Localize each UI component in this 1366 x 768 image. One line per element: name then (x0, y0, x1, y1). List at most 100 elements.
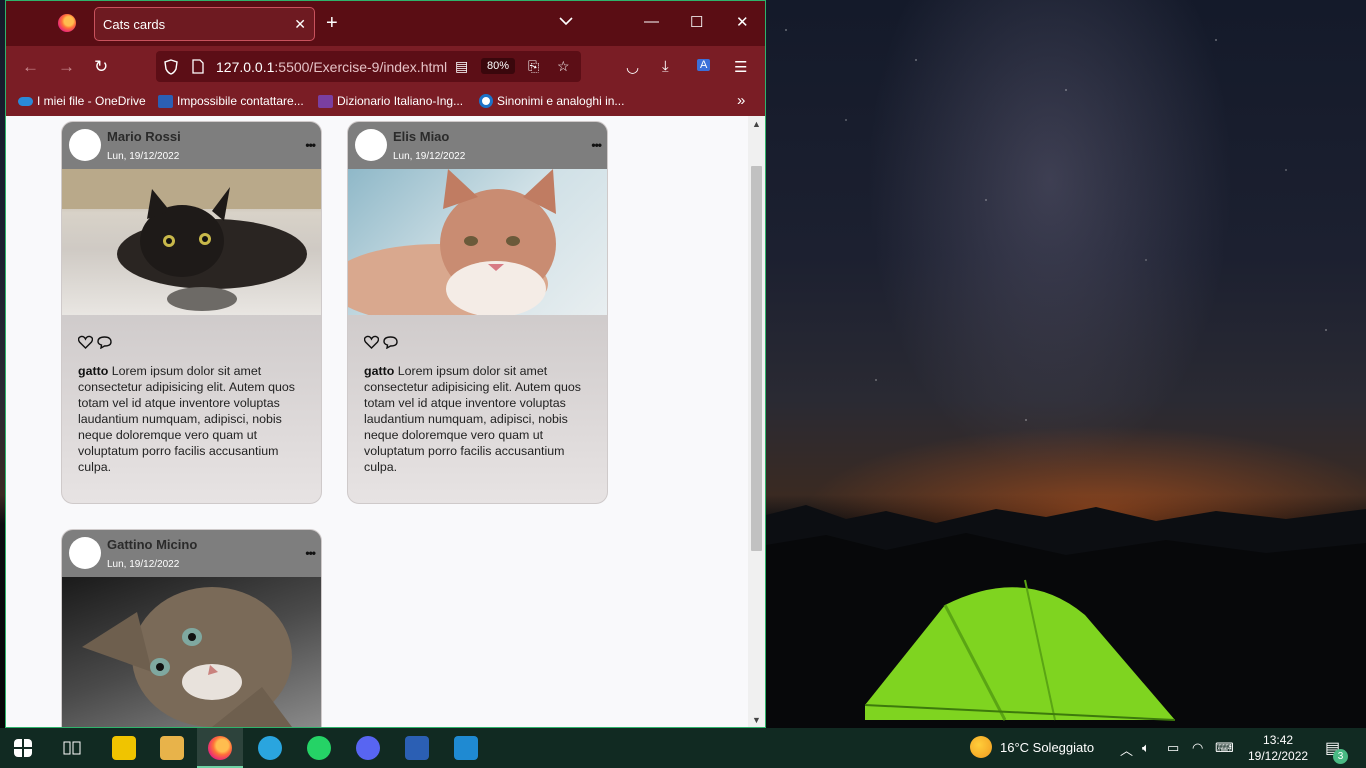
translator-extension-icon[interactable]: A (697, 59, 711, 71)
clock-date: 19/12/2022 (1248, 749, 1309, 763)
cat-card: Mario Rossi Lun, 19/12/2022 ••• gatto Lo… (61, 121, 322, 504)
new-tab-button[interactable]: + (326, 12, 338, 35)
clock[interactable]: 13:42 19/12/2022 (1248, 732, 1308, 764)
bookmark-wordreference[interactable]: Dizionario Italiano-Ing... (318, 94, 463, 108)
card-caption: gatto Lorem ipsum dolor sit amet consect… (62, 359, 321, 501)
volume-icon[interactable]: 🔈︎ (1142, 740, 1150, 756)
telegram-icon[interactable] (258, 736, 282, 760)
maximize-button[interactable]: ☐ (690, 13, 703, 31)
page-scrollbar[interactable]: ▲ ▼ (748, 116, 765, 727)
weather-text[interactable]: 16°C Soleggiato (1000, 740, 1094, 755)
zoom-indicator[interactable]: 80% (481, 58, 516, 74)
more-bookmarks-icon[interactable]: » (737, 92, 745, 109)
url-host: 127.0.0.1 (216, 58, 275, 75)
vscode-icon[interactable] (454, 736, 478, 760)
back-button[interactable]: ← (22, 57, 39, 77)
bookmark-word[interactable]: Impossibile contattare... (158, 94, 304, 108)
list-all-tabs-icon[interactable] (559, 13, 573, 29)
tab-cats-cards[interactable]: Cats cards ✕ (94, 7, 315, 41)
bookmark-synonyms[interactable]: Sinonimi e analoghi in... (479, 94, 624, 108)
task-view-icon[interactable] (62, 738, 82, 758)
scroll-up-icon[interactable]: ▲ (752, 119, 761, 129)
firefox-taskbar-icon[interactable] (208, 736, 232, 760)
keyboard-icon[interactable]: ⌨︎ (1215, 740, 1234, 756)
card-date: Lun, 19/12/2022 (107, 151, 180, 162)
more-options-icon[interactable]: ••• (591, 138, 602, 152)
synonyms-icon (479, 94, 493, 108)
wallpaper-tent (864, 579, 1176, 721)
card-date: Lun, 19/12/2022 (393, 151, 466, 162)
discord-icon[interactable] (356, 736, 380, 760)
card-date: Lun, 19/12/2022 (107, 559, 180, 570)
comment-icon[interactable] (97, 335, 112, 349)
weather-sun-icon[interactable] (970, 736, 992, 758)
caption-bold: gatto (78, 364, 109, 378)
scroll-down-icon[interactable]: ▼ (752, 715, 761, 725)
reader-view-icon[interactable]: ▤ (455, 58, 468, 75)
url-text[interactable]: 127.0.0.1:5500/Exercise-9/index.html (216, 59, 447, 75)
avatar (355, 129, 387, 161)
cat-photo (62, 577, 321, 727)
cat-photo (62, 169, 321, 315)
onedrive-icon (18, 96, 33, 106)
cat-photo (348, 169, 607, 315)
card-actions (348, 315, 607, 359)
sticky-notes-icon[interactable] (112, 736, 136, 760)
url-path: :5500/Exercise-9/index.html (274, 58, 448, 75)
scrollbar-thumb[interactable] (751, 166, 762, 551)
clock-time: 13:42 (1263, 733, 1294, 747)
notification-count-badge: 3 (1333, 749, 1348, 764)
card-header: Gattino Micino Lun, 19/12/2022 ••• (62, 530, 321, 577)
firefox-icon[interactable] (58, 14, 76, 32)
navigation-toolbar: ← → ↻ 127.0.0.1:5500/Exercise-9/index.ht… (6, 46, 765, 88)
bookmark-label: I miei file - OneDrive (37, 94, 146, 108)
avatar (69, 129, 101, 161)
bookmark-label: Impossibile contattare... (177, 94, 304, 108)
page-icon (192, 59, 204, 74)
title-bar: Cats cards ✕ + — ☐ ✕ (6, 1, 765, 46)
bookmark-onedrive[interactable]: I miei file - OneDrive (18, 94, 146, 108)
shield-icon[interactable] (164, 58, 178, 75)
reload-button[interactable]: ↻ (94, 57, 108, 77)
heart-icon[interactable] (364, 335, 379, 349)
battery-icon[interactable]: ▭ (1167, 740, 1179, 756)
card-header: Elis Miao Lun, 19/12/2022 ••• (348, 122, 607, 169)
card-author-name: Gattino Micino (107, 537, 198, 552)
minimize-button[interactable]: — (644, 13, 659, 30)
word-taskbar-icon[interactable] (405, 736, 429, 760)
url-bar[interactable]: 127.0.0.1:5500/Exercise-9/index.html ▤ 8… (156, 51, 581, 82)
page-viewport: Mario Rossi Lun, 19/12/2022 ••• gatto Lo… (6, 116, 748, 727)
comment-icon[interactable] (383, 335, 398, 349)
bookmark-star-icon[interactable]: ☆ (557, 58, 570, 75)
close-tab-icon[interactable]: ✕ (294, 16, 306, 33)
card-header: Mario Rossi Lun, 19/12/2022 ••• (62, 122, 321, 169)
file-explorer-icon[interactable] (160, 736, 184, 760)
menu-icon[interactable]: ☰ (734, 58, 747, 76)
more-options-icon[interactable]: ••• (305, 546, 316, 560)
translate-icon[interactable]: ⎘ (528, 58, 539, 75)
forward-button[interactable]: → (58, 57, 75, 77)
heart-icon[interactable] (78, 335, 93, 349)
card-author-name: Elis Miao (393, 129, 450, 144)
wifi-icon[interactable]: ◠ (1192, 740, 1203, 756)
downloads-icon[interactable]: ⤓ (662, 58, 669, 75)
windows-start-icon[interactable] (14, 739, 32, 757)
bookmarks-toolbar: I miei file - OneDrive Impossibile conta… (6, 88, 765, 116)
card-actions (62, 315, 321, 359)
word-icon (158, 94, 173, 108)
wallpaper-stars (766, 0, 1366, 500)
wordreference-icon (318, 94, 333, 108)
caption-bold: gatto (364, 364, 395, 378)
avatar (69, 537, 101, 569)
card-caption: gatto Lorem ipsum dolor sit amet consect… (348, 359, 607, 501)
whatsapp-icon[interactable] (307, 736, 331, 760)
caption-text: Lorem ipsum dolor sit amet consectetur a… (78, 364, 295, 474)
more-options-icon[interactable]: ••• (305, 138, 316, 152)
tab-title: Cats cards (103, 16, 166, 32)
close-window-button[interactable]: ✕ (736, 13, 749, 31)
pocket-icon[interactable]: ◡ (626, 58, 639, 76)
show-hidden-icons-icon[interactable]: ︿ (1120, 740, 1133, 759)
cat-card: Elis Miao Lun, 19/12/2022 ••• gatto Lore… (347, 121, 608, 504)
card-author-name: Mario Rossi (107, 129, 181, 144)
bookmark-label: Sinonimi e analoghi in... (497, 94, 625, 108)
